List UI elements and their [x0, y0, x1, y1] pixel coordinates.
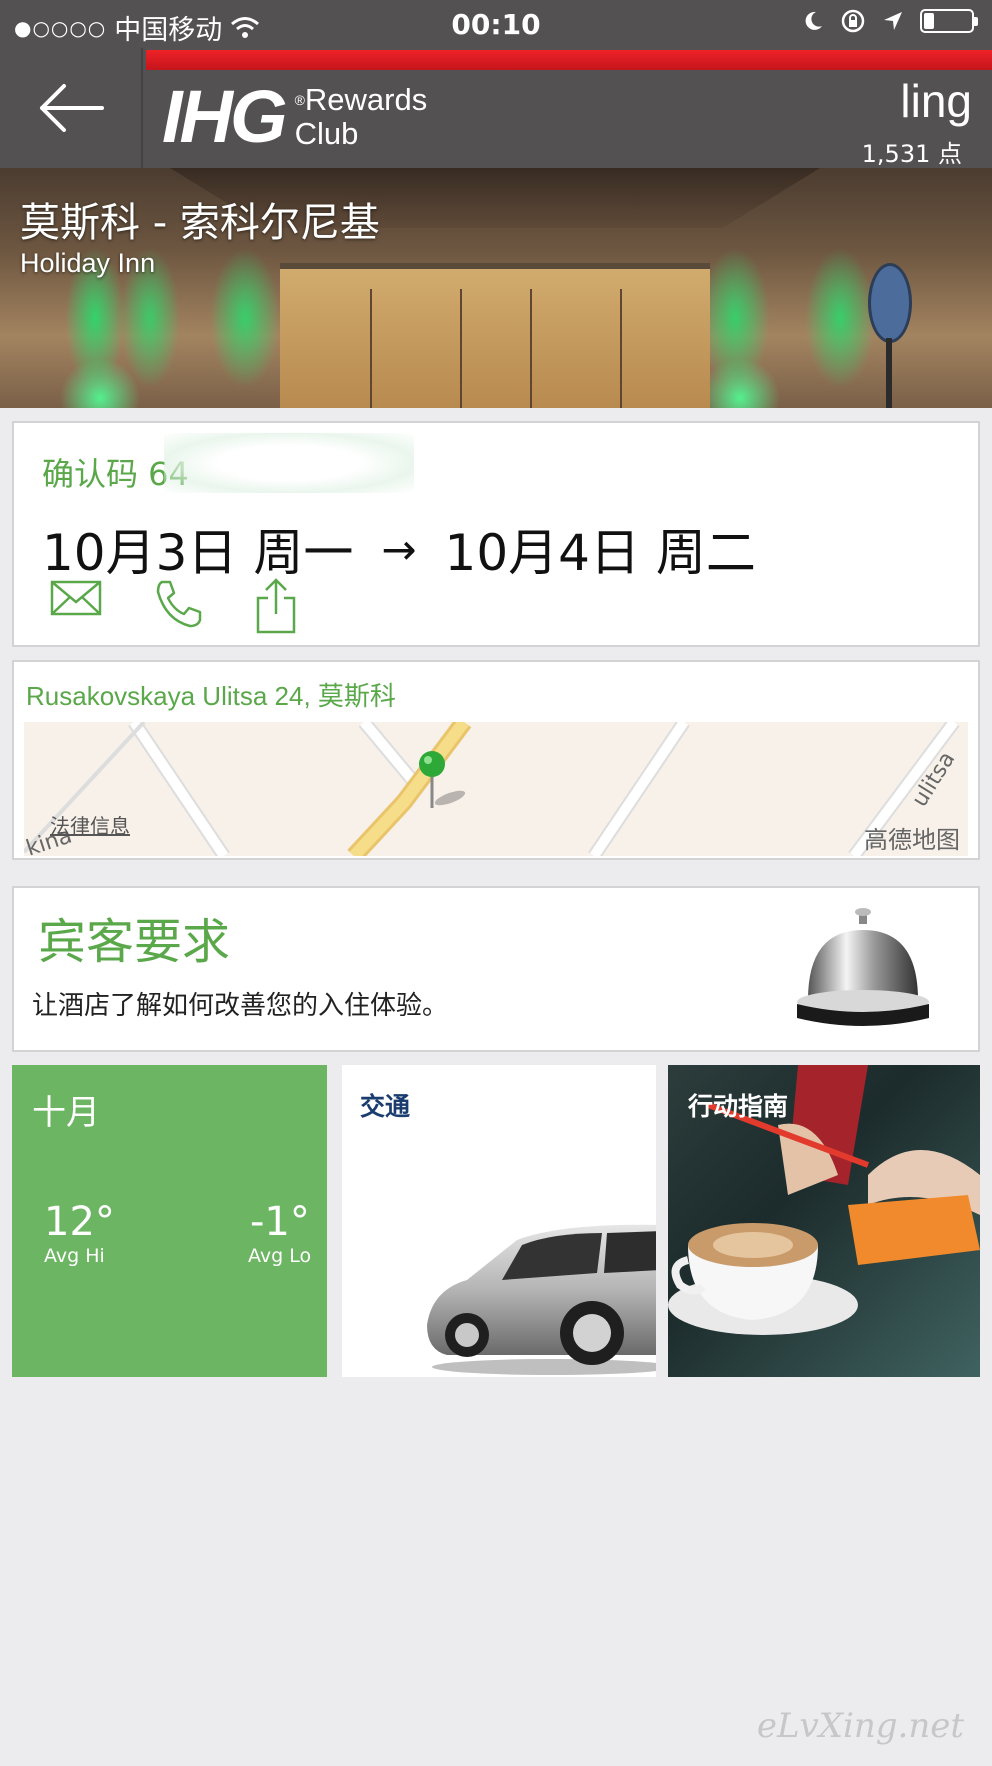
weather-avg-lo-label: Avg Lo: [248, 1245, 312, 1267]
map-streets: [24, 722, 960, 856]
status-bar: ●○○○○ 中国移动 00:10: [0, 0, 992, 48]
weather-avg-lo: -1°: [250, 1199, 310, 1245]
travel-guide-label: 行动指南: [688, 1092, 789, 1121]
logo-ihg: IHG: [162, 75, 288, 158]
brand-accent-bar: [146, 50, 992, 70]
logo-rewards: Rewards: [304, 82, 428, 117]
booking-card: 确认码 64 10月3日 周一 → 10月4日 周二: [12, 421, 980, 647]
battery-icon: [920, 9, 978, 33]
address-card[interactable]: Rusakovskaya Ulitsa 24, 莫斯科 kina ulitsa …: [12, 660, 980, 860]
map-pin-icon: [419, 751, 466, 808]
hero-sign-pole: [886, 338, 892, 408]
map-provider-logo: 高德地图: [864, 826, 960, 854]
weather-tile[interactable]: 十月 12° Avg Hi -1° Avg Lo: [12, 1065, 327, 1377]
user-name: ling: [900, 75, 972, 127]
app-header: IHG ®Rewards Club ling 1,531 点: [0, 48, 992, 168]
hotel-map[interactable]: kina ulitsa 法律信息 高德地图: [24, 722, 968, 856]
check-out-date: 10月4日 周二: [444, 524, 756, 582]
back-arrow-icon: [39, 84, 104, 132]
map-legal-link[interactable]: 法律信息: [50, 810, 130, 839]
transportation-tile[interactable]: 交通: [342, 1065, 656, 1377]
booking-actions: [50, 578, 298, 634]
mail-icon[interactable]: [50, 578, 102, 618]
weather-avg-hi-label: Avg Hi: [44, 1245, 105, 1267]
hero-entrance: [280, 263, 710, 408]
weather-avg-hi: 12°: [44, 1199, 115, 1245]
guest-request-description: 让酒店了解如何改善您的入住体验。: [32, 991, 449, 1021]
hotel-address[interactable]: Rusakovskaya Ulitsa 24, 莫斯科: [26, 676, 396, 713]
user-account[interactable]: ling 1,531 点: [862, 78, 972, 169]
hero-street-sign: [868, 263, 912, 343]
rotation-lock-icon: [841, 9, 865, 33]
phone-icon[interactable]: [152, 578, 204, 630]
location-arrow-icon: [884, 12, 902, 30]
service-bell-icon: [797, 908, 929, 1026]
logo-rewards-club: ®Rewards Club: [294, 82, 428, 151]
date-arrow: →: [381, 524, 417, 574]
watermark: eLvXing.net: [756, 1706, 964, 1746]
car-icon: [427, 1224, 656, 1375]
status-icons: [802, 8, 978, 34]
transportation-label: 交通: [360, 1092, 411, 1121]
back-button[interactable]: [0, 48, 143, 168]
moon-icon: [805, 11, 822, 30]
weather-month: 十月: [32, 1093, 100, 1133]
user-points: 1,531 点: [861, 140, 962, 168]
guest-request-title: 宾客要求: [38, 914, 231, 970]
travel-guide-tile[interactable]: 行动指南: [668, 1065, 980, 1377]
confirmation-redaction: [164, 433, 414, 493]
hotel-brand: Holiday Inn: [20, 248, 156, 278]
hotel-name: 莫斯科 - 索科尔尼基: [20, 200, 380, 246]
share-icon[interactable]: [254, 578, 298, 634]
hotel-hero-image: 莫斯科 - 索科尔尼基 Holiday Inn: [0, 168, 992, 408]
ihg-rewards-logo: IHG ®Rewards Club: [162, 80, 427, 154]
check-in-date: 10月3日 周一: [42, 524, 354, 582]
guest-request-card[interactable]: 宾客要求 让酒店了解如何改善您的入住体验。: [12, 886, 980, 1052]
stay-dates: 10月3日 周一 → 10月4日 周二: [42, 513, 756, 585]
logo-club: Club: [294, 116, 359, 151]
